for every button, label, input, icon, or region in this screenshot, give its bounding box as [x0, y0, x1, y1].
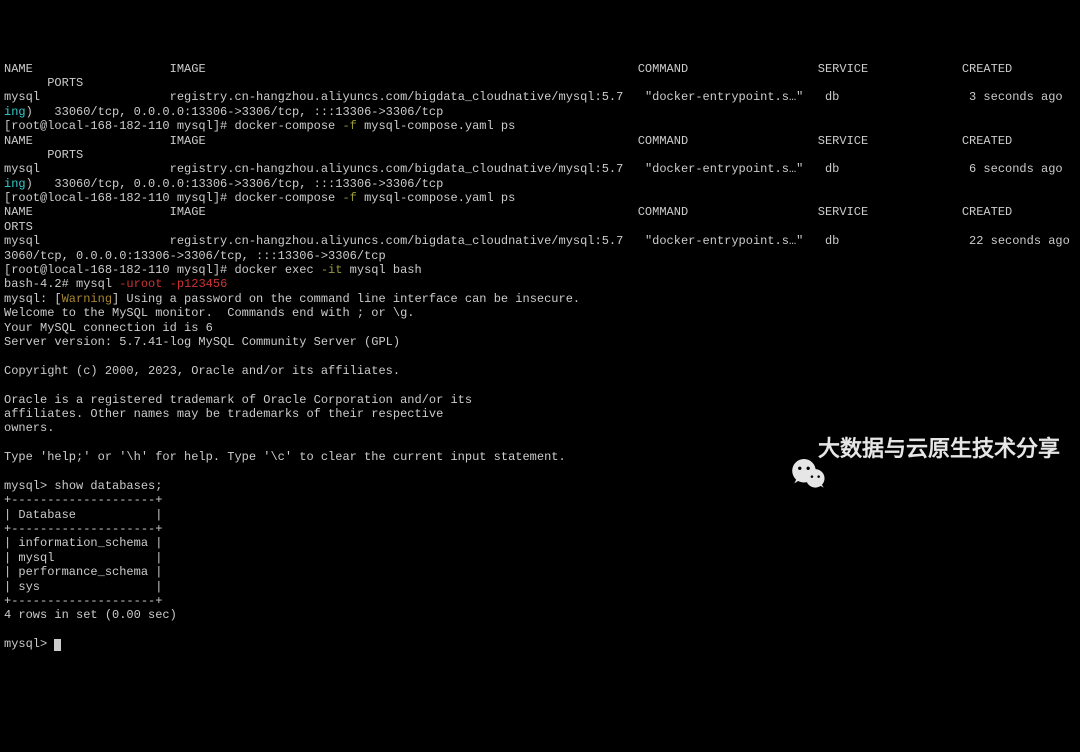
mysql-trademark: owners. — [4, 421, 54, 435]
mysql-trademark: affiliates. Other names may be trademark… — [4, 407, 443, 421]
terminal-output[interactable]: NAME IMAGE COMMAND SERVICE CREATED STATU… — [4, 62, 1076, 652]
wechat-icon — [764, 428, 806, 470]
mysql-version: Server version: 5.7.41-log MySQL Communi… — [4, 335, 400, 349]
table-row: | sys | — [4, 580, 162, 594]
row-count: 4 rows in set (0.00 sec) — [4, 608, 177, 622]
table-border: +--------------------+ — [4, 594, 162, 608]
bash-prompt: bash-4.2# mysql -uroot -p123456 — [4, 277, 227, 291]
shell-prompt: [root@local-168-182-110 mysql]# docker e… — [4, 263, 422, 277]
table-border: +--------------------+ — [4, 522, 162, 536]
mysql-copyright: Copyright (c) 2000, 2023, Oracle and/or … — [4, 364, 400, 378]
mysql-prompt: mysql> show databases; — [4, 479, 162, 493]
table-row: | information_schema | — [4, 536, 162, 550]
mysql-welcome: Welcome to the MySQL monitor. Commands e… — [4, 306, 414, 320]
ps-row: mysql registry.cn-hangzhou.aliyuncs.com/… — [4, 234, 1080, 262]
watermark-text: 大数据与云原生技术分享 — [818, 436, 1060, 462]
mysql-prompt-active[interactable]: mysql> — [4, 637, 61, 651]
ps-header-row: NAME IMAGE COMMAND SERVICE CREATED STATU… — [4, 62, 1080, 90]
mysql-connection: Your MySQL connection id is 6 — [4, 321, 213, 335]
watermark: 大数据与云原生技术分享 — [764, 428, 1060, 470]
ps-header-row: NAME IMAGE COMMAND SERVICE CREATED STATU… — [4, 205, 1080, 233]
ps-header-row: NAME IMAGE COMMAND SERVICE CREATED STATU… — [4, 134, 1080, 162]
mysql-warning: mysql: [Warning] Using a password on the… — [4, 292, 580, 306]
shell-prompt: [root@local-168-182-110 mysql]# docker-c… — [4, 119, 515, 133]
cursor-icon — [54, 639, 61, 651]
table-border: +--------------------+ — [4, 493, 162, 507]
ps-row: mysql registry.cn-hangzhou.aliyuncs.com/… — [4, 90, 1080, 118]
mysql-help: Type 'help;' or '\h' for help. Type '\c'… — [4, 450, 566, 464]
table-row: | performance_schema | — [4, 565, 162, 579]
mysql-trademark: Oracle is a registered trademark of Orac… — [4, 393, 472, 407]
ps-row: mysql registry.cn-hangzhou.aliyuncs.com/… — [4, 162, 1080, 190]
shell-prompt: [root@local-168-182-110 mysql]# docker-c… — [4, 191, 515, 205]
table-row: | mysql | — [4, 551, 162, 565]
table-header: | Database | — [4, 508, 162, 522]
